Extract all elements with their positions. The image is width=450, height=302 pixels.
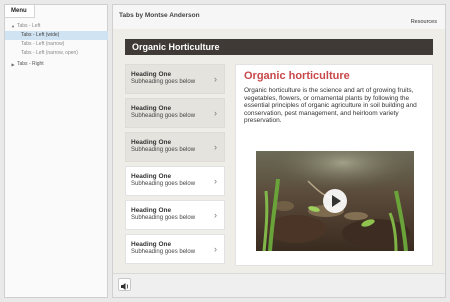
menu-item-tabs-left-wide[interactable]: Tabs - Left (wide): [5, 31, 108, 40]
tab-subheading: Subheading goes below: [131, 181, 196, 187]
menu-item-label: Tabs - Left: [17, 23, 41, 29]
menu-tree: ▼ Tabs - Left Tabs - Left (wide) Tabs - …: [5, 22, 108, 69]
chevron-right-icon: ›: [214, 244, 217, 254]
play-button[interactable]: [323, 189, 347, 213]
chevron-right-icon: ›: [214, 210, 217, 220]
menu-item-label: Tabs - Left (wide): [21, 32, 60, 38]
menu-item-tabs-right[interactable]: ▶ Tabs - Right: [5, 60, 108, 69]
tab-item-2[interactable]: Heading One Subheading goes below ›: [125, 98, 225, 128]
chevron-right-icon: ›: [214, 74, 217, 84]
tab-list: Heading One Subheading goes below › Head…: [125, 64, 225, 268]
tab-subheading: Subheading goes below: [131, 113, 196, 119]
tab-content-panel: Organic horticulture Organic horticultur…: [235, 64, 433, 266]
tab-heading: Heading One: [131, 71, 172, 78]
sidebar-menu: Menu ▼ Tabs - Left Tabs - Left (wide) Ta…: [4, 4, 108, 298]
chevron-right-icon: ›: [214, 142, 217, 152]
menu-item-label: Tabs - Right: [17, 61, 44, 67]
tab-heading: Heading One: [131, 105, 172, 112]
tab-heading: Heading One: [131, 207, 172, 214]
chevron-right-icon: ›: [214, 176, 217, 186]
top-bar: Tabs by Montse Anderson Resources: [113, 5, 445, 29]
player-controls: [113, 273, 445, 297]
tab-item-4[interactable]: Heading One Subheading goes below ›: [125, 166, 225, 196]
player-window: Tabs by Montse Anderson Resources Organi…: [112, 4, 446, 298]
tab-heading: Heading One: [131, 173, 172, 180]
speaker-icon: [121, 283, 129, 290]
menu-item-tabs-left-narrow[interactable]: Tabs - Left (narrow): [5, 40, 108, 49]
menu-item-tabs-left[interactable]: ▼ Tabs - Left: [5, 22, 108, 31]
menu-tab[interactable]: Menu: [5, 5, 35, 18]
chevron-right-icon: ›: [214, 108, 217, 118]
chevron-right-icon[interactable]: ▶: [9, 60, 17, 69]
tab-item-6[interactable]: Heading One Subheading goes below ›: [125, 234, 225, 264]
tab-heading: Heading One: [131, 241, 172, 248]
tab-item-5[interactable]: Heading One Subheading goes below ›: [125, 200, 225, 230]
volume-button[interactable]: [118, 278, 131, 291]
resources-link[interactable]: Resources: [411, 19, 437, 25]
menu-item-label: Tabs - Left (narrow): [21, 41, 65, 47]
tab-item-3[interactable]: Heading One Subheading goes below ›: [125, 132, 225, 162]
panel-body-text: Organic horticulture is the science and …: [244, 87, 417, 124]
panel-title: Organic horticulture: [244, 70, 350, 82]
tab-subheading: Subheading goes below: [131, 147, 196, 153]
course-title: Tabs by Montse Anderson: [119, 12, 200, 19]
menu-item-tabs-left-narrow-open[interactable]: Tabs - Left (narrow, open): [5, 49, 108, 58]
play-icon: [332, 195, 341, 207]
menu-item-label: Tabs - Left (narrow, open): [21, 50, 78, 56]
tab-subheading: Subheading goes below: [131, 249, 196, 255]
tab-subheading: Subheading goes below: [131, 215, 196, 221]
chevron-down-icon[interactable]: ▼: [9, 22, 17, 31]
tab-heading: Heading One: [131, 139, 172, 146]
tab-subheading: Subheading goes below: [131, 79, 196, 85]
slide-banner-title: Organic Horticulture: [125, 39, 433, 55]
video-player[interactable]: [256, 151, 414, 251]
tab-item-1[interactable]: Heading One Subheading goes below ›: [125, 64, 225, 94]
slide-content: Organic Horticulture Heading One Subhead…: [113, 29, 445, 273]
